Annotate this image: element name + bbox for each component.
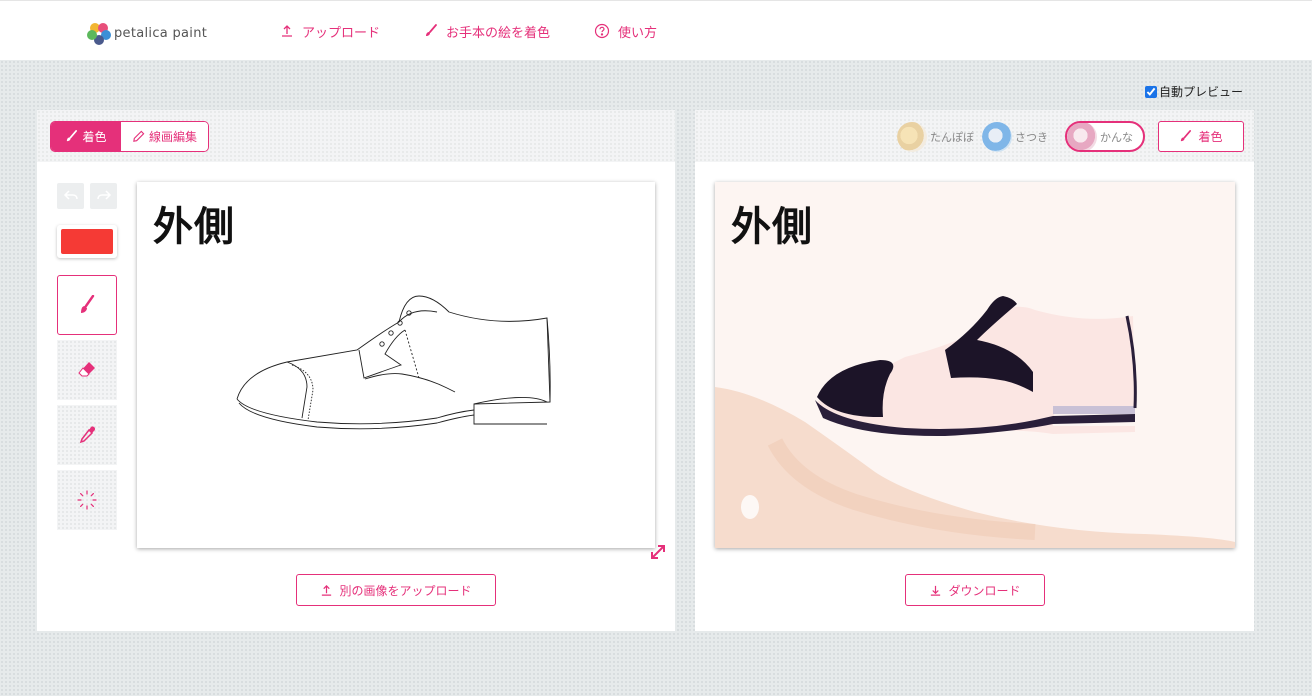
style-kanna[interactable]: かんな (1065, 121, 1145, 152)
style-satsuki-label: さつき (1015, 130, 1048, 144)
nav-how-to-use[interactable]: 使い方 (594, 20, 657, 42)
colorize-button-label: 着色 (1198, 130, 1223, 144)
nav-colorize-sample-label: お手本の絵を着色 (446, 25, 551, 41)
auto-preview-label: 自動プレビュー (1159, 85, 1244, 99)
top-navigation-bar: petalica paint アップロード お手本の絵を着色 使い方 (0, 0, 1312, 60)
expand-arrows-icon (651, 545, 665, 559)
color-picker[interactable] (57, 225, 117, 258)
upload-another-image-label: 別の画像をアップロード (339, 583, 472, 598)
nav-colorize-sample[interactable]: お手本の絵を着色 (424, 20, 550, 42)
mode-toggle: 着色 線画編集 (50, 121, 209, 152)
current-color-swatch (61, 229, 113, 254)
logo-text: petalica paint (114, 25, 208, 41)
download-button[interactable]: ダウンロード (905, 574, 1045, 606)
style-satsuki[interactable]: さつき (982, 121, 1048, 152)
colorized-preview-canvas: 外側 (715, 182, 1235, 548)
pencil-icon (133, 130, 145, 142)
eraser-tool-button[interactable] (57, 340, 117, 400)
nav-upload[interactable]: アップロード (280, 20, 380, 42)
line-art-canvas[interactable]: 外側 (137, 182, 655, 548)
canvas-resize-handle[interactable] (649, 543, 667, 565)
download-button-label: ダウンロード (948, 583, 1021, 598)
style-tanpopo-avatar (897, 121, 927, 152)
redo-button[interactable] (90, 183, 117, 209)
brush-icon (67, 130, 78, 142)
undo-icon (63, 190, 78, 200)
colorized-panel: たんぽぽ さつき かんな 着色 外側 ダウンロード (695, 110, 1254, 631)
upload-icon (282, 25, 292, 37)
tab-colorize[interactable]: 着色 (51, 122, 121, 151)
tab-colorize-label: 着色 (82, 130, 107, 144)
undo-button[interactable] (57, 183, 84, 209)
clear-tool-button[interactable] (57, 470, 117, 530)
style-kanna-label: かんな (1100, 130, 1133, 144)
brush-icon (426, 24, 437, 36)
colorize-button[interactable]: 着色 (1158, 121, 1244, 152)
line-art-panel: 着色 線画編集 外側 別の画像をアップロード (37, 110, 675, 631)
petalica-logo-icon (86, 21, 112, 45)
redo-icon (96, 190, 111, 200)
help-circle-icon (594, 23, 610, 39)
logo[interactable]: petalica paint (86, 21, 207, 45)
upload-icon (322, 584, 332, 596)
upload-another-image-button[interactable]: 別の画像をアップロード (296, 574, 496, 606)
style-kanna-avatar (1067, 123, 1097, 150)
shoe-line-art (236, 295, 551, 430)
sparkle-icon (77, 490, 97, 510)
nav-how-to-use-label: 使い方 (618, 25, 658, 41)
brush-icon (81, 295, 95, 313)
tab-line-edit-label: 線画編集 (148, 130, 197, 144)
auto-preview-toggle[interactable]: 自動プレビュー (1145, 83, 1243, 100)
download-icon (931, 585, 941, 596)
nav-upload-label: アップロード (302, 25, 381, 41)
brush-tool-button[interactable] (57, 275, 117, 335)
line-art-panel-header: 着色 線画編集 (37, 110, 675, 162)
style-tanpopo[interactable]: たんぽぽ (897, 121, 974, 152)
eyedropper-icon (79, 426, 95, 444)
brush-icon (1181, 130, 1192, 142)
tab-line-edit[interactable]: 線画編集 (121, 122, 208, 151)
auto-preview-checkbox[interactable] (1145, 85, 1157, 98)
style-tanpopo-label: たんぽぽ (930, 130, 974, 144)
preview-canvas-title: 外側 (731, 204, 813, 250)
colorized-panel-header: たんぽぽ さつき かんな 着色 (695, 110, 1254, 162)
eyedropper-tool-button[interactable] (57, 405, 117, 465)
style-satsuki-avatar (982, 121, 1012, 152)
eraser-icon (78, 362, 95, 377)
